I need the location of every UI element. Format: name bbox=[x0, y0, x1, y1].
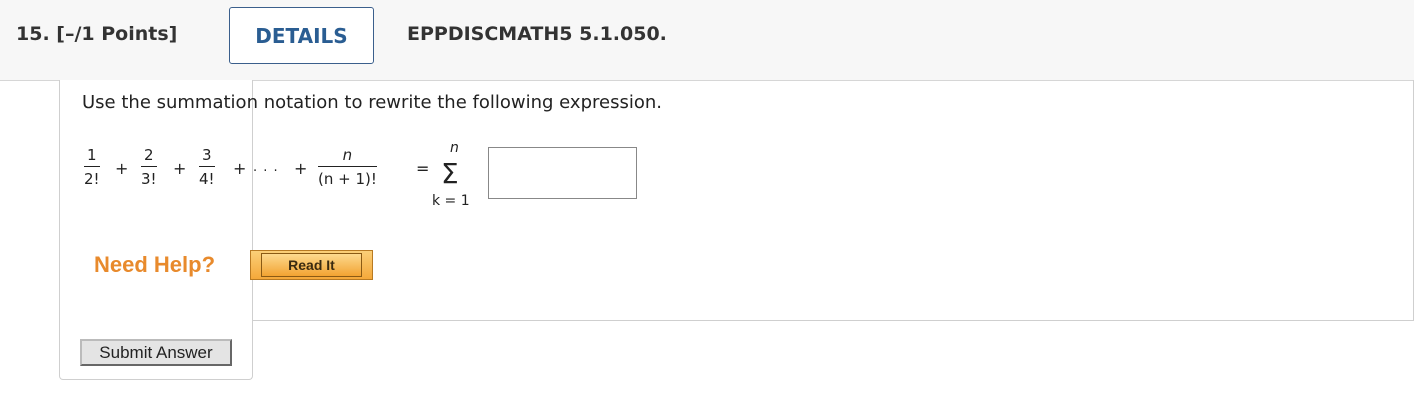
term-n-denominator: (n + 1)! bbox=[318, 170, 377, 188]
submit-answer-button[interactable]: Submit Answer bbox=[80, 339, 232, 366]
answer-input[interactable] bbox=[488, 147, 637, 199]
plus-sign: + bbox=[233, 159, 247, 178]
term-3-numerator: 3 bbox=[202, 146, 212, 164]
term-2-denominator: 3! bbox=[141, 170, 157, 188]
plus-sign: + bbox=[294, 159, 308, 178]
ellipsis: . . . bbox=[253, 160, 279, 175]
question-number-points: 15. [–/1 Points] bbox=[16, 23, 178, 45]
fraction-term-1: 1 2! bbox=[84, 146, 100, 188]
need-help-label: Need Help? bbox=[94, 252, 216, 277]
fraction-term-3: 3 4! bbox=[199, 146, 215, 188]
question-panel bbox=[59, 80, 253, 380]
fraction-term-n: n (n + 1)! bbox=[318, 146, 377, 188]
question-prompt: Use the summation notation to rewrite th… bbox=[82, 92, 662, 113]
term-n-numerator: n bbox=[342, 146, 353, 164]
question-header: 15. [–/1 Points] DETAILS EPPDISCMATH5 5.… bbox=[0, 0, 1414, 81]
equals-sign: = bbox=[416, 159, 430, 178]
term-1-numerator: 1 bbox=[87, 146, 97, 164]
panel-divider bbox=[253, 320, 1414, 321]
plus-sign: + bbox=[173, 159, 187, 178]
plus-sign: + bbox=[115, 159, 129, 178]
details-button[interactable]: DETAILS bbox=[229, 7, 374, 64]
term-2-numerator: 2 bbox=[144, 146, 154, 164]
read-it-button[interactable]: Read It bbox=[250, 250, 373, 280]
question-id: EPPDISCMATH5 5.1.050. bbox=[407, 23, 667, 45]
read-it-label: Read It bbox=[261, 253, 362, 277]
sigma-lower-limit: k = 1 bbox=[432, 193, 470, 209]
fraction-term-2: 2 3! bbox=[141, 146, 157, 188]
sigma-symbol: Σ bbox=[441, 157, 459, 190]
term-1-denominator: 2! bbox=[84, 170, 100, 188]
term-3-denominator: 4! bbox=[199, 170, 215, 188]
sigma-upper-limit: n bbox=[450, 140, 459, 156]
